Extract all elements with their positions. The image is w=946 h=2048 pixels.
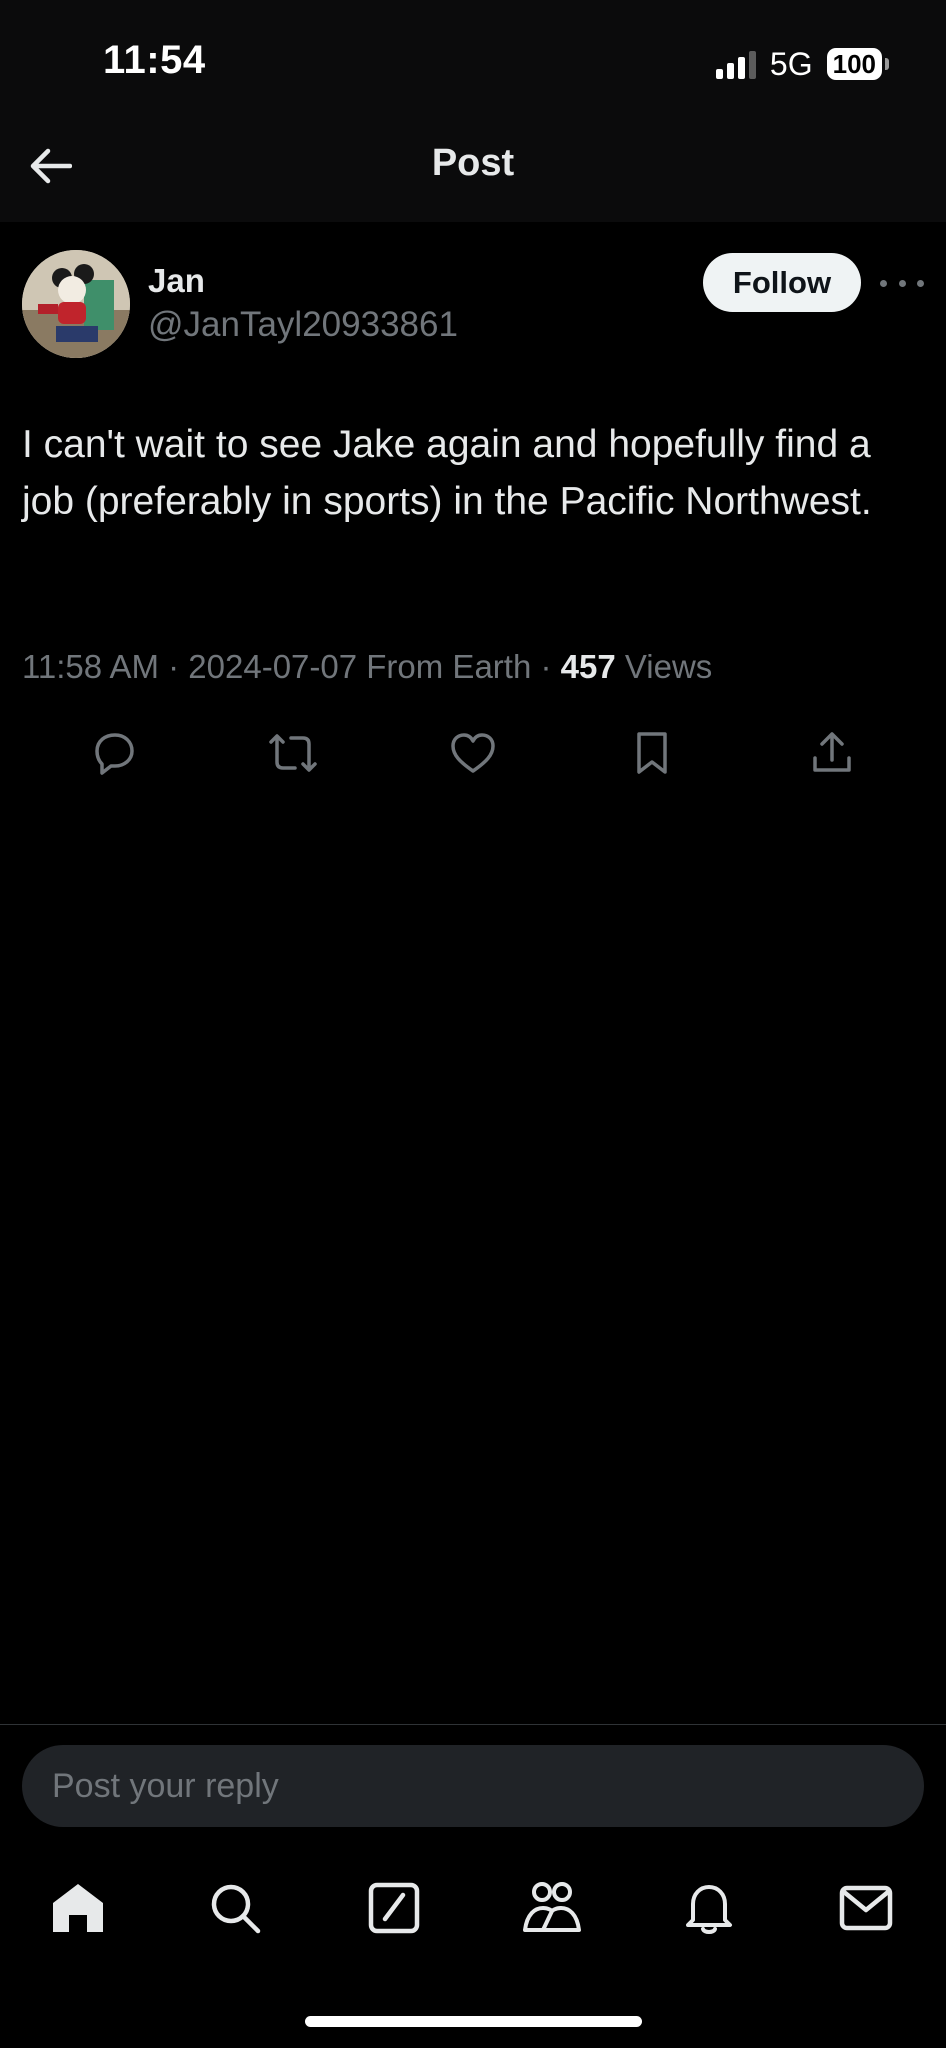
repost-icon (269, 734, 317, 772)
grok-icon (368, 1882, 420, 1934)
tab-communities[interactable] (514, 1870, 590, 1946)
post-text: I can't wait to see Jake again and hopef… (22, 423, 872, 523)
bottom-tab-bar (0, 1870, 946, 1946)
avatar[interactable] (22, 250, 130, 358)
notifications-icon (686, 1885, 732, 1934)
reply-divider (0, 1724, 946, 1725)
display-name[interactable]: Jan (148, 262, 205, 300)
like-icon (451, 733, 495, 773)
post-meta: 11:58 AM · 2024-07-07 From Earth · 457 V… (22, 648, 712, 686)
share-icon (813, 732, 851, 772)
reply-icon (95, 733, 134, 775)
home-icon (53, 1884, 103, 1932)
views-count: 457 (560, 648, 616, 685)
page-title: Post (431, 142, 515, 184)
communities-icon (523, 1882, 581, 1932)
tab-home[interactable] (40, 1870, 116, 1946)
post-actions (0, 722, 946, 784)
views-label: Views (615, 648, 713, 685)
top-bar: 11:54 5G 100 Post (0, 0, 946, 222)
user-handle[interactable]: @JanTayl20933861 (148, 305, 458, 345)
battery-icon: 100 (826, 48, 890, 80)
network-type: 5G (769, 45, 813, 82)
like-button[interactable] (442, 722, 504, 784)
reply-input[interactable]: Post your reply (22, 1745, 924, 1827)
follow-button[interactable]: Follow (703, 253, 861, 312)
messages-icon (839, 1885, 893, 1931)
tab-notifications[interactable] (671, 1870, 747, 1946)
bookmark-button[interactable] (621, 722, 683, 784)
status-time: 11:54 (103, 38, 206, 82)
tab-grok[interactable] (356, 1870, 432, 1946)
signal-icon (715, 49, 756, 79)
post-timestamp[interactable]: 11:58 AM · 2024-07-07 From Earth · (22, 648, 561, 685)
status-indicators: 5G 100 (715, 44, 890, 84)
tab-search[interactable] (197, 1870, 273, 1946)
home-indicator[interactable] (305, 2016, 642, 2027)
tab-messages[interactable] (828, 1870, 904, 1946)
more-options-icon[interactable] (880, 268, 924, 298)
repost-button[interactable] (262, 722, 324, 784)
avatar-image-icon (22, 250, 130, 358)
share-button[interactable] (801, 722, 863, 784)
search-icon (211, 1884, 261, 1934)
bookmark-icon (637, 732, 667, 774)
reply-button[interactable] (83, 722, 145, 784)
